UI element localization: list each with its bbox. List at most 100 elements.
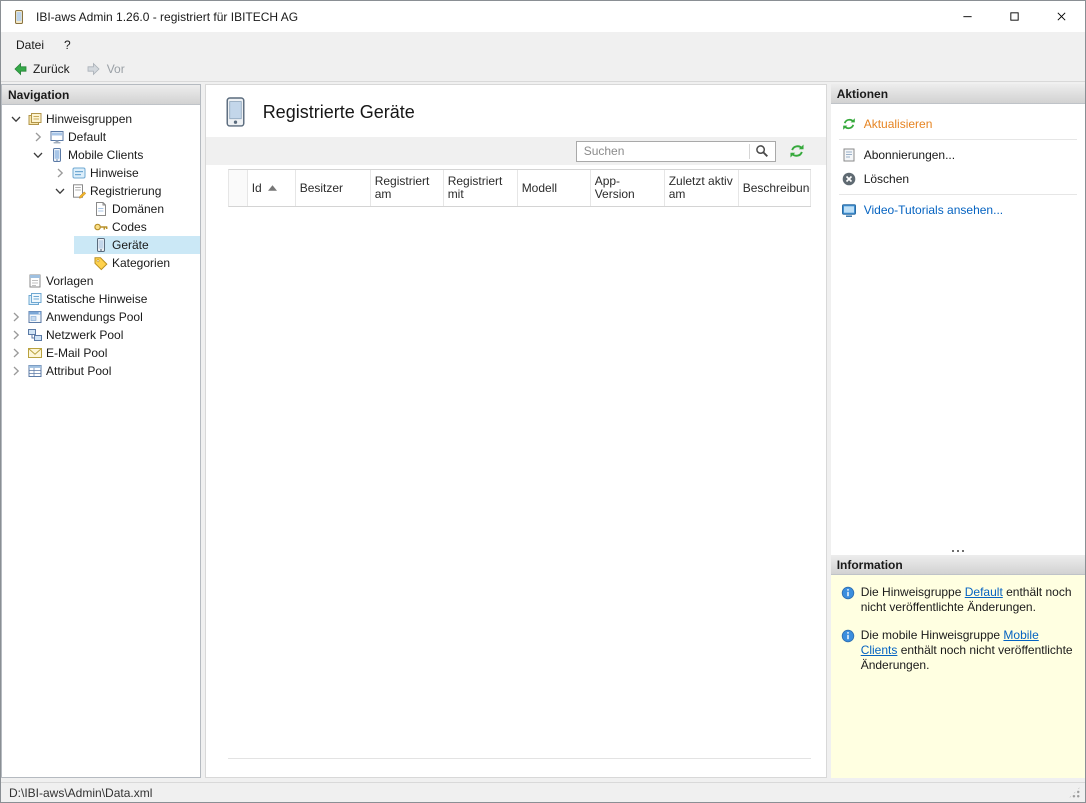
sidebar-item-label: Mobile Clients bbox=[65, 147, 147, 163]
maximize-button[interactable] bbox=[991, 1, 1038, 32]
column-header-registriert-am[interactable]: Registriert am bbox=[371, 170, 444, 206]
sidebar-item-netzwerk-pool[interactable]: Netzwerk Pool bbox=[8, 326, 200, 344]
attribut-pool-icon bbox=[27, 363, 43, 379]
column-header-beschreibung[interactable]: Beschreibung bbox=[739, 170, 811, 206]
device-icon bbox=[223, 97, 248, 128]
action-label: Aktualisieren bbox=[864, 117, 933, 131]
info-link-default[interactable]: Default bbox=[965, 585, 1003, 599]
chevron-down-icon[interactable] bbox=[30, 147, 46, 163]
information-panel-header: Information bbox=[831, 555, 1085, 575]
chevron-down-icon[interactable] bbox=[8, 111, 24, 127]
chevron-right-icon[interactable] bbox=[30, 129, 46, 145]
column-header-zuletzt-aktiv-am[interactable]: Zuletzt aktiv am bbox=[665, 170, 739, 206]
search-input[interactable] bbox=[577, 144, 749, 158]
column-header-label: Registriert mit bbox=[448, 175, 513, 201]
column-header-modell[interactable]: Modell bbox=[518, 170, 591, 206]
close-button[interactable] bbox=[1038, 1, 1085, 32]
grid-body bbox=[228, 207, 811, 759]
navigation-panel: Navigation HinweisgruppenDefaultMobile C… bbox=[1, 84, 201, 778]
information-header-label: Information bbox=[837, 558, 903, 572]
information-body: Die Hinweisgruppe Default enthält noch n… bbox=[831, 575, 1085, 778]
window-controls bbox=[944, 1, 1085, 32]
app-icon bbox=[11, 9, 27, 25]
action-label: Löschen bbox=[864, 172, 909, 186]
sidebar-item-label: Codes bbox=[109, 219, 151, 235]
minimize-icon bbox=[962, 11, 973, 22]
sidebar-item-mobile-clients[interactable]: Mobile Clients bbox=[30, 146, 200, 164]
menu-item-datei[interactable]: Datei bbox=[6, 34, 54, 56]
actions-header-label: Aktionen bbox=[837, 87, 888, 101]
chevron-right-icon[interactable] bbox=[52, 165, 68, 181]
menu-bar: Datei ? bbox=[1, 32, 1085, 57]
column-header-registriert-mit[interactable]: Registriert mit bbox=[444, 170, 518, 206]
action-aktualisieren[interactable]: Aktualisieren bbox=[831, 112, 1085, 136]
chevron-right-icon[interactable] bbox=[8, 327, 24, 343]
resize-grip[interactable] bbox=[1068, 786, 1081, 799]
sidebar-item-default[interactable]: Default bbox=[30, 128, 200, 146]
search-button[interactable] bbox=[750, 142, 775, 161]
vorlagen-icon bbox=[27, 273, 43, 289]
info-link-mobile-clients[interactable]: Mobile Clients bbox=[861, 628, 1039, 657]
sidebar-item-hinweise[interactable]: Hinweise bbox=[52, 164, 200, 182]
window-title: IBI-aws Admin 1.26.0 - registriert für I… bbox=[36, 10, 298, 24]
action-video-tutorials[interactable]: Video-Tutorials ansehen... bbox=[831, 198, 1085, 222]
gruppe-icon bbox=[49, 129, 65, 145]
sidebar-item-label: Vorlagen bbox=[43, 273, 97, 289]
sidebar-item-geraete[interactable]: Geräte bbox=[74, 236, 200, 254]
refresh-icon bbox=[788, 142, 806, 160]
sidebar-item-label: Hinweisgruppen bbox=[43, 111, 136, 127]
chevron-right-icon[interactable] bbox=[8, 345, 24, 361]
menu-item-hilfe[interactable]: ? bbox=[54, 34, 81, 56]
column-header-label: Beschreibung bbox=[743, 182, 811, 195]
action-abonnierungen[interactable]: Abonnierungen... bbox=[831, 143, 1085, 167]
grid-corner-cell bbox=[229, 170, 248, 206]
sidebar-item-codes[interactable]: Codes bbox=[74, 218, 200, 236]
panel-splitter[interactable] bbox=[831, 547, 1085, 555]
chevron-right-icon[interactable] bbox=[8, 309, 24, 325]
forward-button[interactable]: Vor bbox=[81, 59, 130, 79]
email-pool-icon bbox=[27, 345, 43, 361]
navigation-tree: HinweisgruppenDefaultMobile ClientsHinwe… bbox=[2, 105, 200, 777]
expander-spacer bbox=[74, 255, 90, 271]
status-file-path: D:\IBI-aws\Admin\Data.xml bbox=[9, 786, 152, 800]
abonnierungen-icon bbox=[841, 147, 857, 163]
info-icon bbox=[841, 629, 855, 643]
sidebar-item-anwendungs-pool[interactable]: Anwendungs Pool bbox=[8, 308, 200, 326]
sidebar-item-attribut-pool[interactable]: Attribut Pool bbox=[8, 362, 200, 380]
column-header-besitzer[interactable]: Besitzer bbox=[296, 170, 371, 206]
sidebar-item-registrierung[interactable]: Registrierung bbox=[52, 182, 200, 200]
sidebar-item-kategorien[interactable]: Kategorien bbox=[74, 254, 200, 272]
sidebar-item-label: Domänen bbox=[109, 201, 168, 217]
devices-grid: IdBesitzerRegistriert amRegistriert mit M… bbox=[228, 169, 811, 759]
anwendungs-pool-icon bbox=[27, 309, 43, 325]
sidebar-item-domaenen[interactable]: Domänen bbox=[74, 200, 200, 218]
column-header-id[interactable]: Id bbox=[248, 170, 296, 206]
minimize-button[interactable] bbox=[944, 1, 991, 32]
main-panel: Registrierte Geräte IdBesitzerRegistrier… bbox=[205, 84, 827, 778]
sidebar-item-label: Netzwerk Pool bbox=[43, 327, 127, 343]
column-header-app-version[interactable]: App-Version bbox=[591, 170, 665, 206]
expander-spacer bbox=[74, 219, 90, 235]
expander-spacer bbox=[74, 237, 90, 253]
sidebar-item-label: E-Mail Pool bbox=[43, 345, 111, 361]
search-band bbox=[206, 137, 826, 165]
hinweisgruppen-icon bbox=[27, 111, 43, 127]
back-button[interactable]: Zurück bbox=[7, 59, 75, 79]
sort-asc-icon bbox=[268, 185, 277, 191]
sidebar-item-statische-hinweise[interactable]: Statische Hinweise bbox=[8, 290, 200, 308]
separator bbox=[839, 139, 1077, 140]
maximize-icon bbox=[1009, 11, 1020, 22]
refresh-button[interactable] bbox=[788, 142, 806, 160]
video-icon bbox=[841, 202, 857, 218]
expander-spacer bbox=[8, 291, 24, 307]
tool-bar: Zurück Vor bbox=[1, 57, 1085, 82]
column-header-label: Modell bbox=[522, 182, 557, 195]
chevron-right-icon[interactable] bbox=[8, 363, 24, 379]
sidebar-item-vorlagen[interactable]: Vorlagen bbox=[8, 272, 200, 290]
sidebar-item-hinweisgruppen[interactable]: Hinweisgruppen bbox=[8, 110, 200, 128]
chevron-down-icon[interactable] bbox=[52, 183, 68, 199]
mobile-gruppe-icon bbox=[49, 147, 65, 163]
sidebar-item-email-pool[interactable]: E-Mail Pool bbox=[8, 344, 200, 362]
action-loeschen[interactable]: Löschen bbox=[831, 167, 1085, 191]
body-area: Navigation HinweisgruppenDefaultMobile C… bbox=[1, 82, 1085, 782]
